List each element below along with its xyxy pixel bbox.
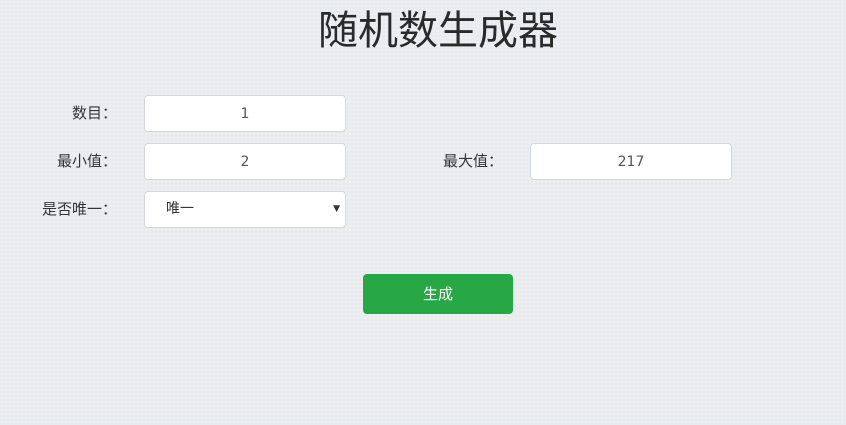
- unique-select-value: 唯一: [166, 201, 194, 217]
- max-value-label: 最大值：: [442, 152, 503, 170]
- page-title: 随机数生成器: [318, 8, 558, 54]
- chevron-down-icon: ▼: [333, 204, 340, 214]
- unique-label: 是否唯一：: [41, 200, 117, 218]
- min-value-label: 最小值：: [56, 152, 117, 170]
- max-value-input[interactable]: [530, 143, 732, 180]
- unique-select[interactable]: 唯一 ▼: [144, 191, 346, 228]
- min-value-input[interactable]: [144, 143, 346, 180]
- generate-button[interactable]: 生成: [363, 274, 513, 314]
- count-label: 数目：: [71, 104, 117, 122]
- count-input[interactable]: [144, 95, 346, 132]
